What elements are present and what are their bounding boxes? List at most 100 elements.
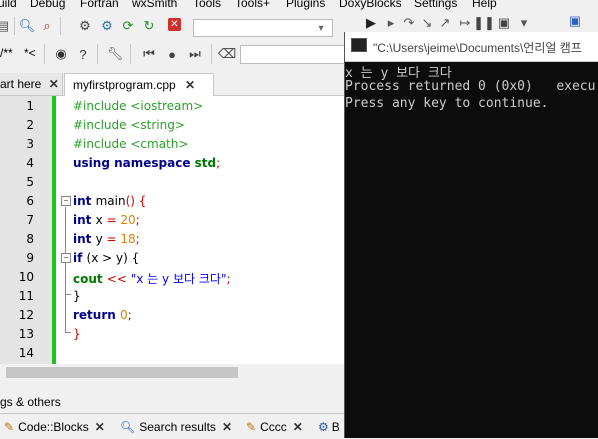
code-token: x — [95, 213, 107, 227]
tab-myfirstprogram[interactable]: myfirstprogram.cpp ✕ — [64, 73, 214, 96]
code-line[interactable]: #include <cmath> — [73, 137, 188, 151]
code-line[interactable]: using namespace std; — [73, 156, 220, 170]
code-token: return — [73, 308, 120, 322]
close-icon[interactable]: ✕ — [185, 78, 195, 92]
tab-start-here[interactable]: art here ✕ — [0, 73, 63, 95]
menu-doxyblocks[interactable]: DoxyBlocks — [339, 0, 402, 10]
help-icon[interactable]: ? — [74, 45, 92, 63]
code-token: 0 — [119, 308, 128, 322]
tab-label: myfirstprogram.cpp — [73, 78, 176, 92]
debug-pause-icon[interactable]: ❚❚ — [473, 14, 495, 32]
code-token: #include <string> — [73, 118, 185, 132]
line-number: 2 — [26, 118, 34, 132]
replace-icon[interactable]: ⌕ — [38, 17, 56, 35]
tools-icon[interactable]: 🔧︎ — [106, 45, 124, 63]
next-instruction-icon[interactable]: ↦ — [456, 14, 474, 32]
doxy-comment-button[interactable]: /** — [0, 46, 13, 60]
build-run-icon[interactable]: ⟳ — [119, 17, 137, 35]
window-icon[interactable]: ▣ — [566, 12, 584, 30]
line-number: 11 — [18, 289, 34, 303]
code-token: ; — [226, 272, 231, 286]
menu-plugins[interactable]: Plugins — [286, 0, 325, 10]
code-token: y — [95, 232, 107, 246]
tab-codeblocks-log[interactable]: ✎ Code::Blocks ✕ — [4, 416, 105, 438]
code-token: } — [73, 327, 81, 341]
menu-fortran[interactable]: Fortran — [80, 0, 119, 10]
doxy-line-comment-button[interactable]: *< — [24, 46, 36, 60]
edit-icon: ✎ — [4, 420, 15, 434]
line-number: 14 — [18, 346, 34, 360]
menu-settings[interactable]: Settings — [414, 0, 457, 10]
menu-help[interactable]: Help — [472, 0, 497, 10]
editor-horizontal-scrollbar[interactable] — [0, 364, 345, 380]
console-titlebar[interactable]: "C:\Users\jeime\Documents\언리얼 캠프 — [345, 32, 598, 62]
save-all-icon[interactable]: ▤ — [0, 17, 12, 35]
scrollbar-thumb[interactable] — [6, 367, 238, 378]
menu-tools[interactable]: Tools — [193, 0, 221, 10]
code-line[interactable]: #include <iostream> — [73, 99, 203, 113]
tab-cccc[interactable]: ✎ Cccc ✕ — [246, 416, 303, 438]
code-line[interactable]: cout << "x 는 y 보다 크다"; — [73, 270, 231, 287]
step-out-icon[interactable]: ↗ — [436, 14, 454, 32]
code-token: std — [194, 156, 217, 170]
code-line[interactable]: } — [73, 289, 81, 303]
settings-gear-icon[interactable]: ⚙ — [76, 17, 94, 35]
line-number: 13 — [18, 327, 34, 341]
abort-icon[interactable]: ✕ — [168, 18, 181, 31]
record-icon[interactable]: ◉ — [52, 45, 70, 63]
run-to-cursor-icon[interactable]: ▸ — [382, 14, 400, 32]
code-token: } — [73, 289, 81, 303]
code-token: "x 는 y 보다 크다" — [130, 272, 227, 286]
close-icon[interactable]: ✕ — [222, 416, 232, 438]
line-number: 10 — [18, 270, 34, 284]
clear-search-icon[interactable]: ⌫ — [218, 45, 236, 63]
line-number: 5 — [26, 175, 34, 189]
code-line[interactable]: int main() { — [73, 194, 146, 208]
line-number: 1 — [26, 99, 34, 113]
console-output-line: Press any key to continue. — [345, 96, 549, 111]
code-token: ; — [127, 308, 132, 322]
editor-tab-bar: art here ✕ myfirstprogram.cpp ✕ — [0, 71, 345, 96]
fold-toggle-icon[interactable]: − — [61, 196, 71, 206]
tab-search-results[interactable]: 🔍︎ Search results ✕ — [120, 416, 232, 438]
code-token: ; — [135, 213, 140, 227]
close-icon[interactable]: ✕ — [95, 416, 105, 438]
toggle-bookmark-icon[interactable]: ● — [163, 45, 181, 63]
code-editor[interactable]: 1 2 3 4 5 6 7 8 9 10 11 12 13 14 #include <iostream> #… — [0, 96, 345, 364]
close-icon[interactable]: ✕ — [293, 416, 303, 438]
menu-wxsmith[interactable]: wxSmith — [132, 0, 177, 10]
console-app-icon — [351, 38, 367, 52]
debug-run-icon[interactable]: ▶ — [362, 14, 380, 32]
console-title: "C:\Users\jeime\Documents\언리얼 캠프 — [373, 41, 582, 55]
code-line[interactable]: int y = 18; — [73, 232, 140, 246]
prev-bookmark-icon[interactable]: ⏮ — [140, 45, 158, 63]
step-into-icon[interactable]: ↘ — [418, 14, 436, 32]
code-line[interactable]: if (x > y) { — [73, 251, 139, 265]
fold-toggle-icon[interactable]: − — [61, 253, 71, 263]
code-line[interactable]: int x = 20; — [73, 213, 140, 227]
search-input[interactable] — [240, 45, 345, 64]
line-number: 6 — [26, 194, 34, 208]
console-window[interactable]: "C:\Users\jeime\Documents\언리얼 캠프 x 는 y 보… — [344, 32, 598, 438]
code-token: = — [106, 213, 121, 227]
run-icon[interactable]: ⚙ — [98, 17, 116, 35]
code-line[interactable]: } — [73, 327, 81, 341]
debug-windows-icon[interactable]: ▾ — [515, 14, 533, 32]
menu-build[interactable]: uild — [0, 0, 17, 10]
code-token: () { — [125, 194, 147, 208]
chevron-down-icon[interactable]: ▾ — [312, 19, 330, 37]
code-line[interactable]: return 0; — [73, 308, 132, 322]
close-icon[interactable]: ✕ — [49, 77, 59, 91]
rebuild-icon[interactable]: ↻ — [140, 17, 158, 35]
debug-stop-icon[interactable]: ▣ — [495, 14, 513, 32]
next-bookmark-icon[interactable]: ⏭ — [186, 45, 204, 63]
code-token: main — [95, 194, 126, 208]
code-line[interactable]: #include <string> — [73, 118, 185, 132]
menu-debug[interactable]: Debug — [30, 0, 65, 10]
code-token: using namespace — [73, 156, 195, 170]
next-line-icon[interactable]: ↷ — [400, 14, 418, 32]
tab-build-log[interactable]: ⚙ B — [318, 416, 340, 438]
find-icon[interactable]: 🔍︎ — [18, 17, 36, 35]
code-token: 18 — [120, 232, 136, 246]
menu-tools-plus[interactable]: Tools+ — [235, 0, 270, 10]
